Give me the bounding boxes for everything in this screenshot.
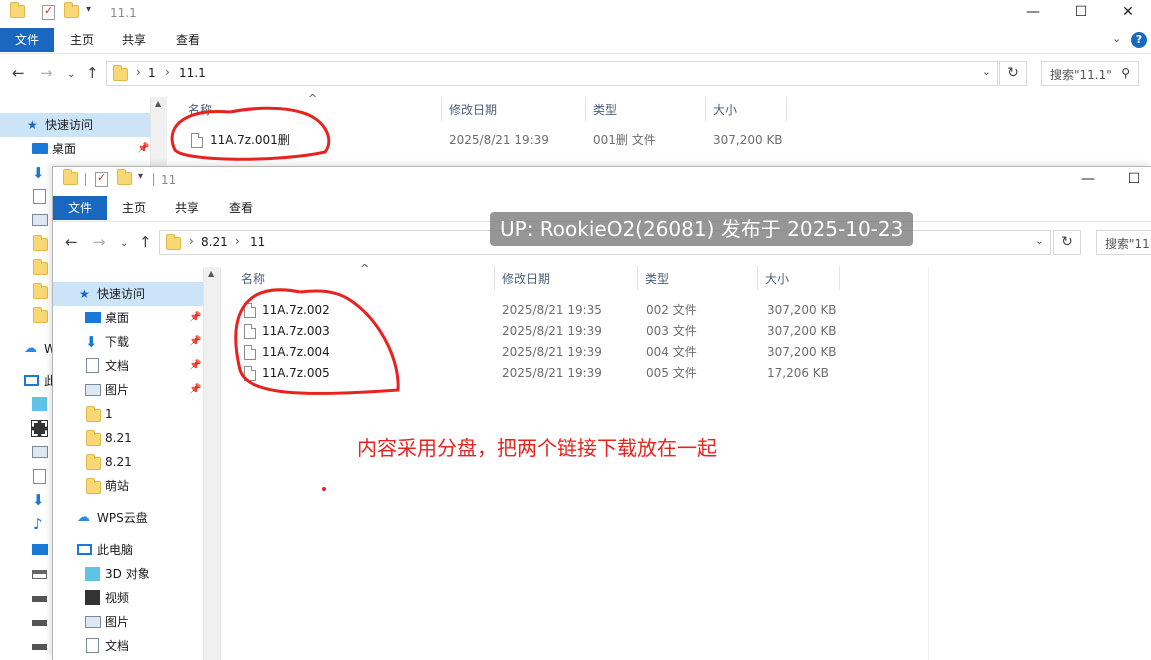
annotation-text: 内容采用分盘，把两个链接下载放在一起 — [357, 436, 717, 460]
red-annotation-marks — [170, 106, 400, 491]
upload-watermark: UP: RookieO2(26081) 发布于 2025-10-23 — [490, 212, 914, 246]
red-dot — [322, 487, 326, 491]
red-circle-front-files — [234, 288, 400, 395]
red-circle-back-file — [170, 106, 331, 161]
